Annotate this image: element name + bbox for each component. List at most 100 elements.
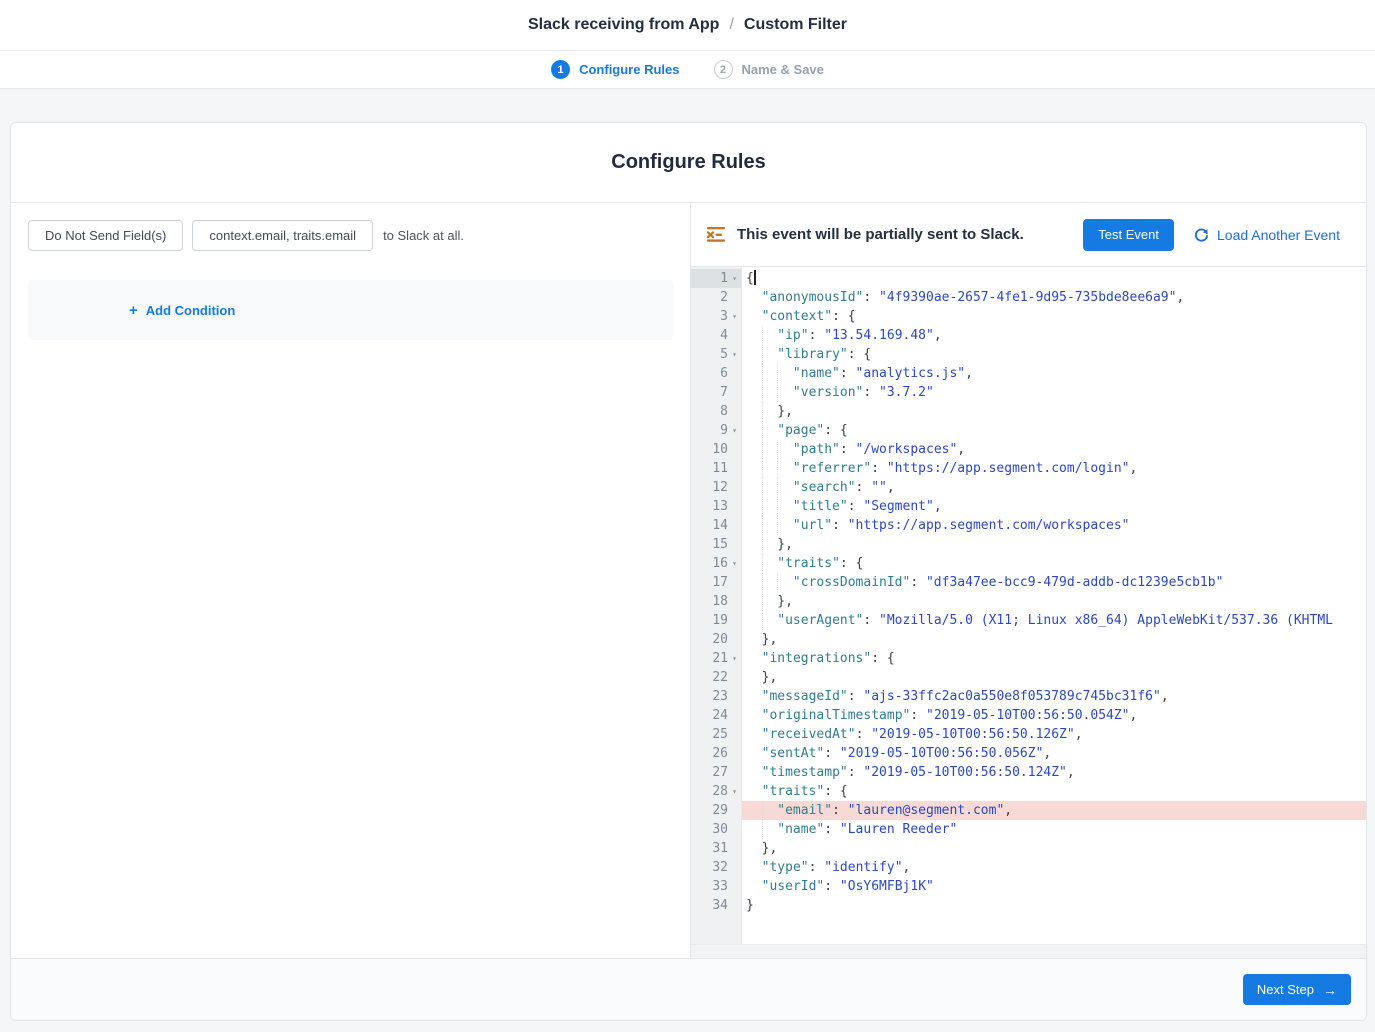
gutter-line-number: 10 [691,440,741,459]
preview-header: This event will be partially sent to Sla… [691,203,1366,266]
code-line[interactable]: "receivedAt": "2019-05-10T00:56:50.126Z"… [742,725,1366,744]
code-line[interactable]: }, [742,592,1366,611]
partial-filter-icon [707,227,725,242]
fold-arrow-icon: ▾ [728,649,741,668]
gutter-line-number: 11 [691,459,741,478]
code-line[interactable]: "traits": { [742,554,1366,573]
code-line[interactable]: } [742,896,1366,915]
code-line[interactable]: "userId": "OsY6MFBj1K" [742,877,1366,896]
refresh-icon [1194,227,1209,242]
code-line-highlighted[interactable]: "email": "lauren@segment.com", [742,801,1366,820]
text-cursor [754,270,756,285]
gutter-line-number: 15 [691,535,741,554]
gutter-line-number: 12 [691,478,741,497]
breadcrumb-parent[interactable]: Slack receiving from App [528,16,719,34]
fold-arrow-icon: ▾ [728,554,741,573]
code-area[interactable]: { "anonymousId": "4f9390ae-2657-4fe1-9d9… [742,267,1366,944]
code-line[interactable]: "type": "identify", [742,858,1366,877]
code-line[interactable]: }, [742,402,1366,421]
gutter-line-number: 19 [691,611,741,630]
fold-arrow-icon: ▾ [728,269,741,288]
gutter-line-number: 23 [691,687,741,706]
code-line[interactable]: { [742,269,1366,288]
next-step-label: Next Step [1257,982,1314,997]
step-2-badge: 2 [714,60,733,79]
gutter-line-number[interactable]: 9▾ [691,421,741,440]
rule-builder-panel: Do Not Send Field(s) context.email, trai… [11,203,691,958]
code-lines: { "anonymousId": "4f9390ae-2657-4fe1-9d9… [742,269,1366,915]
configure-rules-card: Configure Rules Do Not Send Field(s) con… [10,122,1367,1021]
gutter-line-number[interactable]: 1▾ [691,269,741,288]
code-line[interactable]: }, [742,535,1366,554]
code-line[interactable]: "ip": "13.54.169.48", [742,326,1366,345]
step-1-badge: 1 [551,60,570,79]
card-title-row: Configure Rules [11,123,1366,203]
code-line[interactable]: }, [742,839,1366,858]
gutter-line-number: 4 [691,326,741,345]
step-1-label: Configure Rules [579,62,679,77]
gutter-line-number[interactable]: 3▾ [691,307,741,326]
rule-fields-selector[interactable]: context.email, traits.email [192,220,373,251]
code-line[interactable]: "name": "analytics.js", [742,364,1366,383]
code-line[interactable]: "search": "", [742,478,1366,497]
gutter-line-number: 17 [691,573,741,592]
gutter-line-number: 6 [691,364,741,383]
add-condition-label: Add Condition [146,303,236,318]
gutter-line-number: 33 [691,877,741,896]
gutter-line-number: 32 [691,858,741,877]
gutter-line-number: 31 [691,839,741,858]
add-condition-button[interactable]: + Add Condition [129,302,235,319]
code-line[interactable]: "title": "Segment", [742,497,1366,516]
gutter-line-number: 8 [691,402,741,421]
gutter-line-number[interactable]: 5▾ [691,345,741,364]
code-line[interactable]: "version": "3.7.2" [742,383,1366,402]
code-line[interactable]: "anonymousId": "4f9390ae-2657-4fe1-9d95-… [742,288,1366,307]
code-line[interactable]: "timestamp": "2019-05-10T00:56:50.124Z", [742,763,1366,782]
plus-icon: + [129,302,138,319]
gutter-line-number: 18 [691,592,741,611]
breadcrumb: Slack receiving from App / Custom Filter [528,16,847,34]
code-line[interactable]: "integrations": { [742,649,1366,668]
json-editor[interactable]: 1▾23▾45▾6789▾10111213141516▾1718192021▾2… [691,266,1366,958]
editor-scrollbar-track[interactable] [691,944,1366,958]
code-line[interactable]: "library": { [742,345,1366,364]
gutter-line-number: 22 [691,668,741,687]
code-line[interactable]: "name": "Lauren Reeder" [742,820,1366,839]
code-line[interactable]: "referrer": "https://app.segment.com/log… [742,459,1366,478]
add-condition-area: + Add Condition [28,280,673,340]
load-another-event-button[interactable]: Load Another Event [1194,227,1340,243]
step-configure-rules[interactable]: 1 Configure Rules [551,60,679,79]
code-line[interactable]: "originalTimestamp": "2019-05-10T00:56:5… [742,706,1366,725]
steps-bar: 1 Configure Rules 2 Name & Save [0,51,1375,89]
code-gutter[interactable]: 1▾23▾45▾6789▾10111213141516▾1718192021▾2… [691,267,742,944]
code-line[interactable]: "sentAt": "2019-05-10T00:56:50.056Z", [742,744,1366,763]
rule-action-selector[interactable]: Do Not Send Field(s) [28,220,183,251]
code-line[interactable]: }, [742,630,1366,649]
code-line[interactable]: "url": "https://app.segment.com/workspac… [742,516,1366,535]
gutter-line-number[interactable]: 28▾ [691,782,741,801]
code-line[interactable]: "traits": { [742,782,1366,801]
app-header: Slack receiving from App / Custom Filter [0,0,1375,51]
event-preview-panel: This event will be partially sent to Sla… [691,203,1366,958]
next-step-button[interactable]: Next Step → [1243,974,1351,1005]
gutter-line-number: 14 [691,516,741,535]
gutter-line-number: 27 [691,763,741,782]
gutter-line-number: 30 [691,820,741,839]
gutter-line-number: 13 [691,497,741,516]
gutter-line-number[interactable]: 16▾ [691,554,741,573]
code-line[interactable]: "messageId": "ajs-33ffc2ac0a550e8f053789… [742,687,1366,706]
code-line[interactable]: "userAgent": "Mozilla/5.0 (X11; Linux x8… [742,611,1366,630]
fold-arrow-icon: ▾ [728,421,741,440]
code-line[interactable]: "context": { [742,307,1366,326]
code-line[interactable]: "page": { [742,421,1366,440]
fold-arrow-icon: ▾ [728,307,741,326]
code-line[interactable]: "path": "/workspaces", [742,440,1366,459]
card-footer: Next Step → [11,958,1366,1020]
load-another-event-label: Load Another Event [1217,227,1340,243]
code-line[interactable]: }, [742,668,1366,687]
gutter-line-number: 34 [691,896,741,915]
gutter-line-number[interactable]: 21▾ [691,649,741,668]
step-name-save[interactable]: 2 Name & Save [714,60,824,79]
test-event-button[interactable]: Test Event [1083,219,1174,251]
code-line[interactable]: "crossDomainId": "df3a47ee-bcc9-479d-add… [742,573,1366,592]
